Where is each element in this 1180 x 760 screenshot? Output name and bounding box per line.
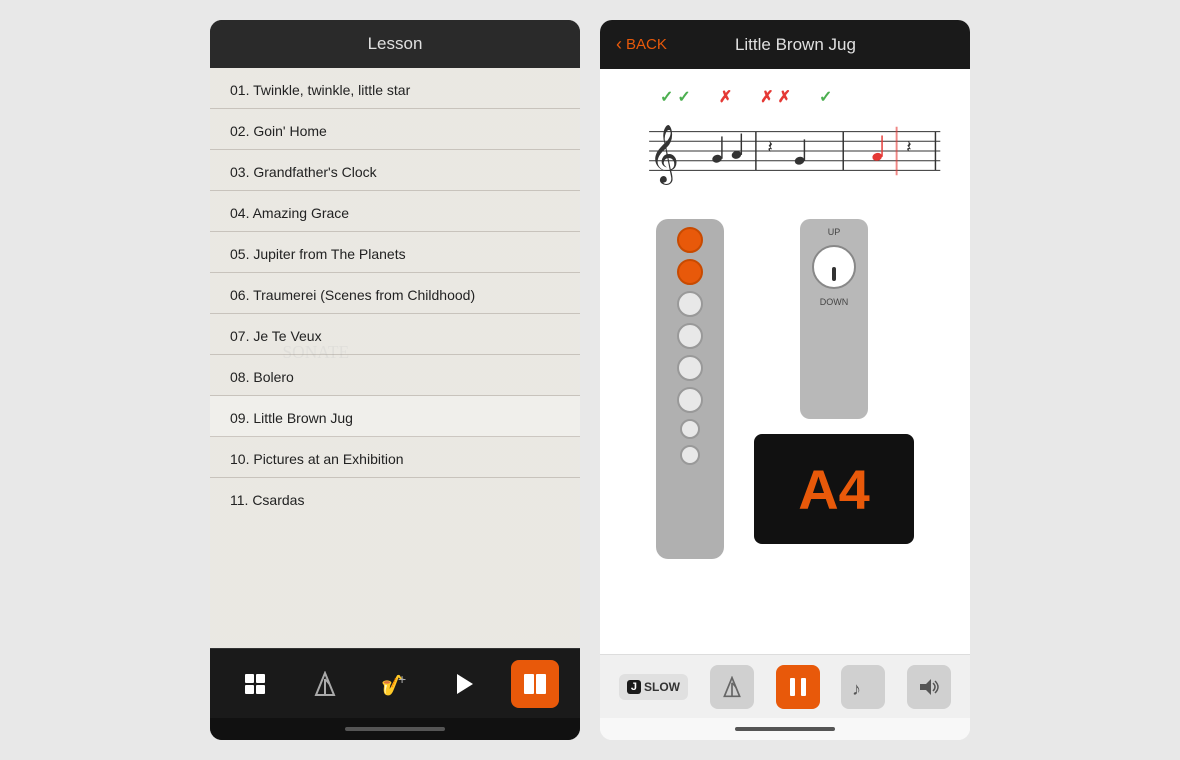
hole-5 (677, 355, 703, 381)
svg-text:𝄽: 𝄽 (768, 137, 773, 157)
hole-2 (677, 259, 703, 285)
check-row: ✓ ✓ ✗ ✗ ✗ ✓ (620, 87, 950, 107)
home-indicator-left (210, 718, 580, 740)
lesson-detail-panel: ‹ BACK Little Brown Jug ✓ ✓ ✗ ✗ (600, 20, 970, 740)
metronome-play-button[interactable] (710, 665, 754, 709)
back-label: BACK (626, 36, 667, 53)
hole-1 (677, 227, 703, 253)
back-chevron-icon: ‹ (616, 34, 622, 55)
x-1: ✗ (719, 87, 732, 107)
volume-button[interactable] (907, 665, 951, 709)
home-bar-right (735, 727, 835, 731)
hole-3 (677, 291, 703, 317)
music-notes-button[interactable]: ♪ (841, 665, 885, 709)
lesson-item[interactable]: 05. Jupiter from The Planets (210, 232, 580, 273)
check-1: ✓ (660, 87, 673, 107)
score-area: ✓ ✓ ✗ ✗ ✗ ✓ (615, 79, 955, 204)
lesson-item[interactable]: 07. Je Te Veux (210, 314, 580, 355)
slow-j-label: J (627, 680, 641, 694)
pitch-knob[interactable] (812, 245, 856, 289)
lesson-item[interactable]: 11. Csardas (210, 478, 580, 518)
hole-7 (680, 419, 700, 439)
check-group-1: ✓ ✓ (660, 87, 691, 107)
check-3: ✓ (819, 87, 832, 107)
book-button[interactable] (511, 660, 559, 708)
lesson-item[interactable]: 04. Amazing Grace (210, 191, 580, 232)
back-button[interactable]: ‹ BACK (616, 34, 667, 55)
lesson-item[interactable]: 01. Twinkle, twinkle, little star (210, 68, 580, 109)
recorder-diagram (656, 219, 724, 559)
lesson-item[interactable]: 10. Pictures at an Exhibition (210, 437, 580, 478)
music-staff-svg: 𝄞 𝄽 (620, 111, 950, 191)
lesson-list: 01. Twinkle, twinkle, little star02. Goi… (210, 68, 580, 648)
playback-bar: J SLOW ♪ (600, 654, 970, 718)
check-2: ✓ (677, 87, 690, 107)
svg-text:𝄽: 𝄽 (906, 137, 911, 157)
lesson-list-panel: Lesson 01. Twinkle, twinkle, little star… (210, 20, 580, 740)
detail-content: ✓ ✓ ✗ ✗ ✗ ✓ (600, 69, 970, 654)
down-label: DOWN (820, 297, 849, 307)
detail-title: Little Brown Jug (677, 35, 954, 55)
lesson-header: Lesson (210, 20, 580, 68)
check-group-4: ✓ (819, 87, 832, 107)
check-group-2: ✗ (719, 87, 732, 107)
slow-button[interactable]: J SLOW (619, 674, 688, 700)
lesson-item[interactable]: 08. Bolero (210, 355, 580, 396)
metronome-button[interactable] (301, 660, 349, 708)
note-display: A4 (754, 434, 914, 544)
lesson-item[interactable]: 02. Goin' Home (210, 109, 580, 150)
detail-header: ‹ BACK Little Brown Jug (600, 20, 970, 69)
home-bar (345, 727, 445, 731)
knob-indicator (832, 267, 836, 281)
slow-text: SLOW (644, 680, 680, 694)
hole-8 (680, 445, 700, 465)
hole-4 (677, 323, 703, 349)
note-value: A4 (798, 457, 870, 522)
lesson-item[interactable]: 09. Little Brown Jug (210, 396, 580, 437)
hole-6 (677, 387, 703, 413)
header-title: Lesson (368, 34, 423, 53)
grid-button[interactable] (231, 660, 279, 708)
pitch-control: UP DOWN (800, 219, 868, 419)
svg-text:+: + (398, 672, 406, 687)
lesson-items-container: 01. Twinkle, twinkle, little star02. Goi… (210, 68, 580, 518)
svg-text:𝄞: 𝄞 (649, 125, 679, 185)
lesson-item[interactable]: 03. Grandfather's Clock (210, 150, 580, 191)
add-instrument-button[interactable]: 🎷 + (371, 660, 419, 708)
play-button[interactable] (441, 660, 489, 708)
up-label: UP (828, 227, 841, 237)
lesson-item[interactable]: 06. Traumerei (Scenes from Childhood) (210, 273, 580, 314)
instrument-row: UP DOWN A4 (656, 219, 914, 559)
x-3: ✗ (778, 87, 791, 107)
svg-text:♪: ♪ (852, 679, 861, 697)
home-indicator-right (600, 718, 970, 740)
check-group-3: ✗ ✗ (760, 87, 791, 107)
x-2: ✗ (760, 87, 773, 107)
pause-button[interactable] (776, 665, 820, 709)
bottom-toolbar: 🎷 + (210, 648, 580, 718)
